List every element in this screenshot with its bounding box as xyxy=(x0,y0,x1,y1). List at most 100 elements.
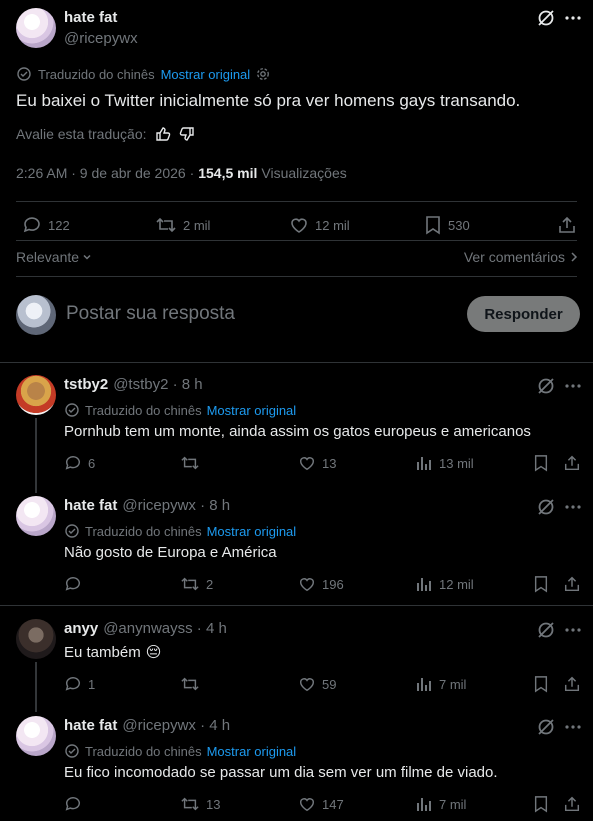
tweet-text: Eu baixei o Twitter inicialmente só pra … xyxy=(16,91,521,110)
avatar[interactable] xyxy=(16,375,56,415)
reply-text: Pornhub tem um monte, ainda assim os gat… xyxy=(64,423,531,440)
heart-icon xyxy=(298,575,316,593)
show-original-link[interactable]: Mostrar original xyxy=(207,744,297,759)
author-handle[interactable]: @tstby2 · 8 h xyxy=(113,376,202,393)
reply-button[interactable] xyxy=(64,795,88,813)
share-icon[interactable] xyxy=(563,795,581,813)
grok-icon[interactable] xyxy=(536,717,556,737)
views-count: 12 mil xyxy=(439,576,474,592)
retweet-count: 2 xyxy=(206,576,214,592)
views-button[interactable]: 13 mil xyxy=(415,454,474,472)
author-handle[interactable]: @ricepywx xyxy=(64,30,138,47)
chevron-right-icon xyxy=(569,251,579,263)
heart-icon xyxy=(289,215,309,235)
translated-label: Traduzido do chinês xyxy=(38,66,155,82)
bookmark-icon[interactable] xyxy=(533,454,549,472)
see-comments-link[interactable]: Ver comentários xyxy=(464,249,579,265)
like-button[interactable]: 147 xyxy=(298,795,344,813)
reply-text: Eu fico incomodado se passar um dia sem … xyxy=(64,764,498,781)
author-name[interactable]: tstby2 xyxy=(64,376,108,393)
author-handle[interactable]: @ricepywx · 4 h xyxy=(122,717,230,734)
bookmark-icon[interactable] xyxy=(533,675,549,693)
author-handle[interactable]: @ricepywx · 8 h xyxy=(122,497,230,514)
reply-submit-button[interactable]: Responder xyxy=(467,296,580,332)
retweet-icon xyxy=(180,675,200,693)
analytics-icon xyxy=(415,575,433,593)
bookmark-button[interactable]: 530 xyxy=(424,215,470,235)
retweet-icon xyxy=(155,215,177,235)
retweet-icon xyxy=(180,795,200,813)
analytics-icon xyxy=(415,795,433,813)
retweet-button[interactable]: 2 xyxy=(180,575,213,593)
settings-icon[interactable] xyxy=(256,67,270,81)
grok-icon[interactable] xyxy=(536,8,556,28)
current-user-avatar[interactable] xyxy=(16,295,56,335)
rate-translation-label: Avalie esta tradução: xyxy=(16,126,147,142)
grok-icon[interactable] xyxy=(536,376,556,396)
more-icon[interactable] xyxy=(563,717,583,737)
reply-count: 6 xyxy=(88,455,96,471)
share-icon[interactable] xyxy=(557,215,577,235)
like-button[interactable]: 196 xyxy=(298,575,344,593)
more-icon[interactable] xyxy=(563,8,583,28)
avatar[interactable] xyxy=(16,619,56,659)
show-original-link[interactable]: Mostrar original xyxy=(207,403,297,418)
avatar[interactable] xyxy=(16,8,56,48)
reply-icon xyxy=(64,795,82,813)
author-name[interactable]: hate fat xyxy=(64,497,117,514)
reply-icon xyxy=(64,675,82,693)
more-icon[interactable] xyxy=(563,497,583,517)
author-name[interactable]: hate fat xyxy=(64,717,117,734)
retweet-button[interactable] xyxy=(180,454,206,472)
retweet-count: 2 mil xyxy=(183,217,211,233)
views-button[interactable]: 7 mil xyxy=(415,795,466,813)
views-label: Visualizações xyxy=(261,165,347,181)
grok-icon[interactable] xyxy=(536,497,556,517)
reply-icon xyxy=(22,215,42,235)
reply-button[interactable]: 6 xyxy=(64,454,95,472)
bookmark-icon xyxy=(424,215,442,235)
share-icon[interactable] xyxy=(563,675,581,693)
like-button[interactable]: 59 xyxy=(298,675,336,693)
author-handle[interactable]: @anynwayss · 4 h xyxy=(103,620,227,637)
views-count: 154,5 mil xyxy=(198,165,258,181)
translated-label: Traduzido do chinês xyxy=(85,523,202,539)
reply-icon xyxy=(64,454,82,472)
reply-input[interactable]: Postar sua resposta xyxy=(66,303,235,325)
tweet-timestamp[interactable]: 2:26 AM · 9 de abr de 2026 · xyxy=(16,165,194,181)
heart-icon xyxy=(298,454,316,472)
reply-button[interactable]: 122 xyxy=(22,215,70,235)
avatar[interactable] xyxy=(16,496,56,536)
share-icon[interactable] xyxy=(563,575,581,593)
views-button[interactable]: 12 mil xyxy=(415,575,474,593)
like-count: 12 mil xyxy=(315,217,350,233)
reply-button[interactable]: 1 xyxy=(64,675,95,693)
like-button[interactable]: 13 xyxy=(298,454,336,472)
retweet-button[interactable]: 13 xyxy=(180,795,220,813)
retweet-button[interactable]: 2 mil xyxy=(155,215,210,235)
bookmark-icon[interactable] xyxy=(533,575,549,593)
bookmark-count: 530 xyxy=(448,217,470,233)
share-icon[interactable] xyxy=(563,454,581,472)
grok-icon[interactable] xyxy=(536,620,556,640)
more-icon[interactable] xyxy=(563,376,583,396)
translated-label: Traduzido do chinês xyxy=(85,743,202,759)
thumbs-down-icon[interactable] xyxy=(179,126,195,142)
sort-label: Relevante xyxy=(16,249,80,265)
thumbs-up-icon[interactable] xyxy=(155,126,171,142)
reply-button[interactable] xyxy=(64,575,88,593)
views-count: 7 mil xyxy=(439,796,467,812)
author-name[interactable]: hate fat xyxy=(64,9,117,26)
show-original-link[interactable]: Mostrar original xyxy=(161,67,251,82)
pensive-face-emoji: 😔 xyxy=(145,644,162,661)
chevron-down-icon xyxy=(81,251,93,263)
sort-relevant-dropdown[interactable]: Relevante xyxy=(16,249,93,265)
views-button[interactable]: 7 mil xyxy=(415,675,466,693)
show-original-link[interactable]: Mostrar original xyxy=(207,524,297,539)
like-button[interactable]: 12 mil xyxy=(289,215,350,235)
author-name[interactable]: anyy xyxy=(64,620,98,637)
retweet-button[interactable] xyxy=(180,675,206,693)
more-icon[interactable] xyxy=(563,620,583,640)
bookmark-icon[interactable] xyxy=(533,795,549,813)
avatar[interactable] xyxy=(16,716,56,756)
